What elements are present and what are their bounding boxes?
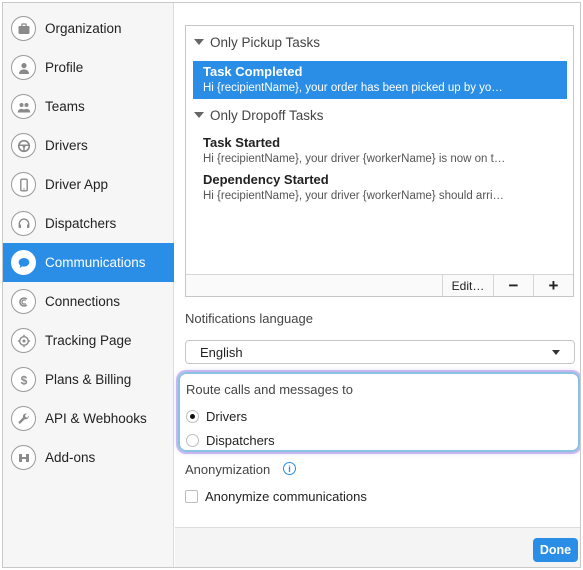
radio-drivers[interactable]: Drivers bbox=[186, 407, 247, 425]
sidebar-item-label: API & Webhooks bbox=[45, 411, 147, 426]
sidebar-item-label: Teams bbox=[45, 99, 85, 114]
sidebar-item-api-webhooks[interactable]: API & Webhooks bbox=[3, 399, 174, 438]
list-toolbar: Edit… − + bbox=[186, 274, 573, 296]
phone-icon bbox=[11, 172, 36, 197]
communications-panel: Only Pickup Tasks Task Completed Hi {rec… bbox=[175, 3, 580, 567]
anonymization-label: Anonymization bbox=[185, 462, 271, 477]
language-select-value: English bbox=[200, 344, 243, 360]
route-calls-group: Route calls and messages to Drivers Disp… bbox=[178, 372, 580, 452]
sidebar-item-drivers[interactable]: Drivers bbox=[3, 126, 174, 165]
sidebar-item-organization[interactable]: Organization bbox=[3, 9, 174, 48]
wrench-icon bbox=[11, 406, 36, 431]
dollar-icon: $ bbox=[11, 367, 36, 392]
sidebar-item-dispatchers[interactable]: Dispatchers bbox=[3, 204, 174, 243]
steering-wheel-icon bbox=[11, 133, 36, 158]
sidebar-item-teams[interactable]: Teams bbox=[3, 87, 174, 126]
svg-text:$: $ bbox=[20, 373, 27, 387]
sidebar-item-driver-app[interactable]: Driver App bbox=[3, 165, 174, 204]
info-icon[interactable]: i bbox=[283, 462, 296, 475]
connection-icon bbox=[11, 289, 36, 314]
target-icon bbox=[11, 328, 36, 353]
footer-bar: Done bbox=[175, 527, 580, 567]
sidebar-item-label: Organization bbox=[45, 21, 122, 36]
sidebar-item-label: Plans & Billing bbox=[45, 372, 132, 387]
briefcase-icon bbox=[11, 16, 36, 41]
disclosure-triangle-icon bbox=[194, 39, 204, 45]
list-item[interactable]: Task Completed Hi {recipientName}, your … bbox=[193, 61, 567, 99]
sidebar-item-connections[interactable]: Connections bbox=[3, 282, 174, 321]
sidebar-item-plans-billing[interactable]: $ Plans & Billing bbox=[3, 360, 174, 399]
sidebar-item-label: Drivers bbox=[45, 138, 88, 153]
preferences-window: Organization Profile Teams Drivers Drive bbox=[2, 2, 581, 568]
radio-button[interactable] bbox=[186, 409, 199, 423]
chevron-down-icon bbox=[552, 350, 560, 355]
sidebar-item-tracking-page[interactable]: Tracking Page bbox=[3, 321, 174, 360]
user-icon bbox=[11, 55, 36, 80]
team-icon bbox=[11, 94, 36, 119]
sidebar-item-label: Driver App bbox=[45, 177, 109, 192]
chat-bubble-icon bbox=[11, 250, 36, 275]
puzzle-icon bbox=[11, 445, 36, 470]
language-select[interactable]: English bbox=[185, 340, 575, 364]
sidebar-item-label: Profile bbox=[45, 60, 84, 75]
sidebar-item-label: Communications bbox=[45, 255, 146, 270]
message-template-list: Only Pickup Tasks Task Completed Hi {rec… bbox=[185, 25, 574, 297]
remove-button[interactable]: − bbox=[493, 275, 533, 296]
radio-button[interactable] bbox=[186, 433, 199, 447]
sidebar-item-label: Tracking Page bbox=[45, 333, 132, 348]
group-header-pickup[interactable]: Only Pickup Tasks bbox=[194, 32, 320, 52]
list-item[interactable]: Dependency Started Hi {recipientName}, y… bbox=[193, 169, 567, 207]
anonymize-checkbox-row[interactable]: Anonymize communications bbox=[185, 487, 367, 505]
sidebar: Organization Profile Teams Drivers Drive bbox=[3, 3, 174, 567]
disclosure-triangle-icon bbox=[194, 112, 204, 118]
sidebar-item-communications[interactable]: Communications bbox=[3, 243, 174, 282]
radio-dispatchers[interactable]: Dispatchers bbox=[186, 431, 275, 449]
headset-icon bbox=[11, 211, 36, 236]
add-button[interactable]: + bbox=[533, 275, 573, 296]
group-header-dropoff[interactable]: Only Dropoff Tasks bbox=[194, 105, 324, 125]
sidebar-item-label: Dispatchers bbox=[45, 216, 117, 231]
sidebar-item-add-ons[interactable]: Add-ons bbox=[3, 438, 174, 477]
edit-button[interactable]: Edit… bbox=[442, 275, 493, 296]
done-button[interactable]: Done bbox=[533, 538, 578, 562]
anonymize-checkbox[interactable] bbox=[185, 489, 198, 503]
sidebar-item-profile[interactable]: Profile bbox=[3, 48, 174, 87]
notifications-language-label: Notifications language bbox=[185, 311, 313, 326]
sidebar-item-label: Connections bbox=[45, 294, 121, 309]
list-item[interactable]: Task Started Hi {recipientName}, your dr… bbox=[193, 132, 567, 170]
sidebar-item-label: Add-ons bbox=[45, 450, 96, 465]
route-calls-label: Route calls and messages to bbox=[186, 382, 353, 397]
